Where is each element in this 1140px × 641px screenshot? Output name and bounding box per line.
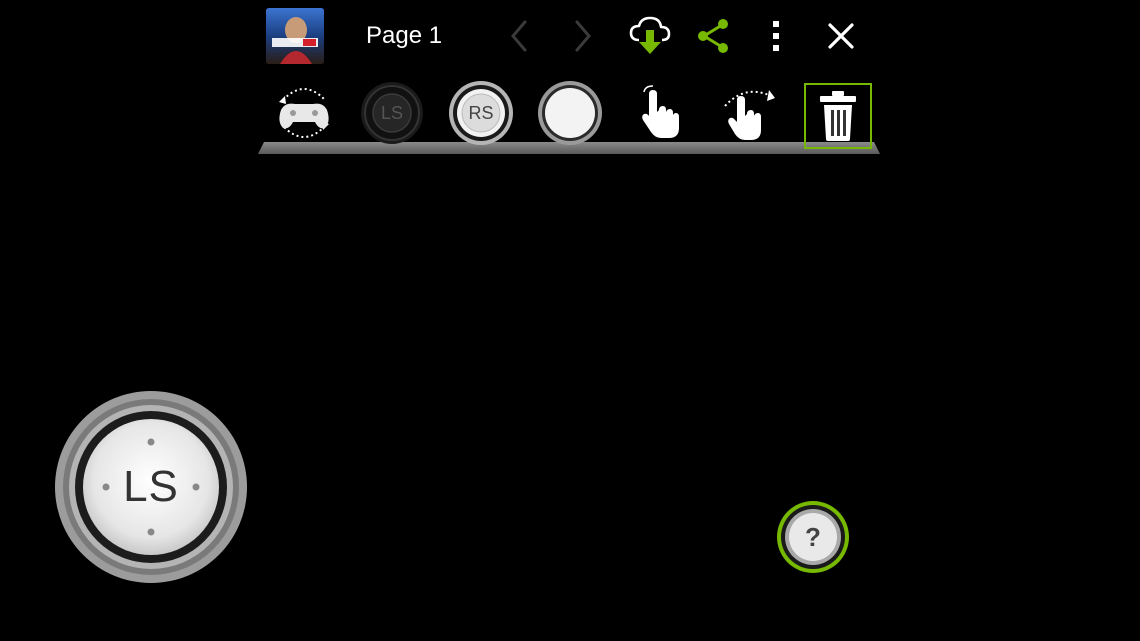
round-button-icon bbox=[538, 81, 602, 145]
round-button-tool[interactable] bbox=[536, 80, 604, 146]
right-stick-tool[interactable]: RS bbox=[447, 80, 515, 146]
more-vert-icon[interactable] bbox=[756, 16, 796, 56]
tap-hand-tool[interactable] bbox=[624, 80, 692, 146]
controller-rotate-tool[interactable] bbox=[270, 80, 338, 146]
share-icon[interactable] bbox=[693, 16, 733, 56]
chevron-right-icon[interactable] bbox=[562, 16, 602, 56]
cloud-download-icon[interactable] bbox=[628, 14, 672, 58]
help-label: ? bbox=[805, 521, 821, 552]
page-title: Page 1 bbox=[366, 22, 443, 49]
left-stick-label: LS bbox=[123, 462, 179, 511]
screen: Page 1 LS RS LS ? bbox=[0, 0, 1140, 641]
swipe-hand-icon bbox=[724, 90, 775, 140]
left-stick-control[interactable]: LS bbox=[54, 390, 248, 584]
left-stick-tool-label: LS bbox=[380, 102, 404, 123]
chevron-left-icon[interactable] bbox=[500, 16, 540, 56]
right-stick-tool-label: RS bbox=[468, 102, 494, 123]
tap-hand-icon bbox=[642, 85, 679, 138]
game-thumbnail[interactable] bbox=[266, 8, 324, 64]
swipe-hand-tool[interactable] bbox=[714, 80, 782, 146]
trash-icon bbox=[820, 91, 856, 141]
close-icon[interactable] bbox=[821, 16, 861, 56]
controller-rotate-icon bbox=[279, 88, 329, 138]
trash-tool[interactable] bbox=[804, 83, 872, 149]
left-stick-tool[interactable]: LS bbox=[358, 80, 426, 146]
help-button[interactable]: ? bbox=[776, 500, 850, 574]
